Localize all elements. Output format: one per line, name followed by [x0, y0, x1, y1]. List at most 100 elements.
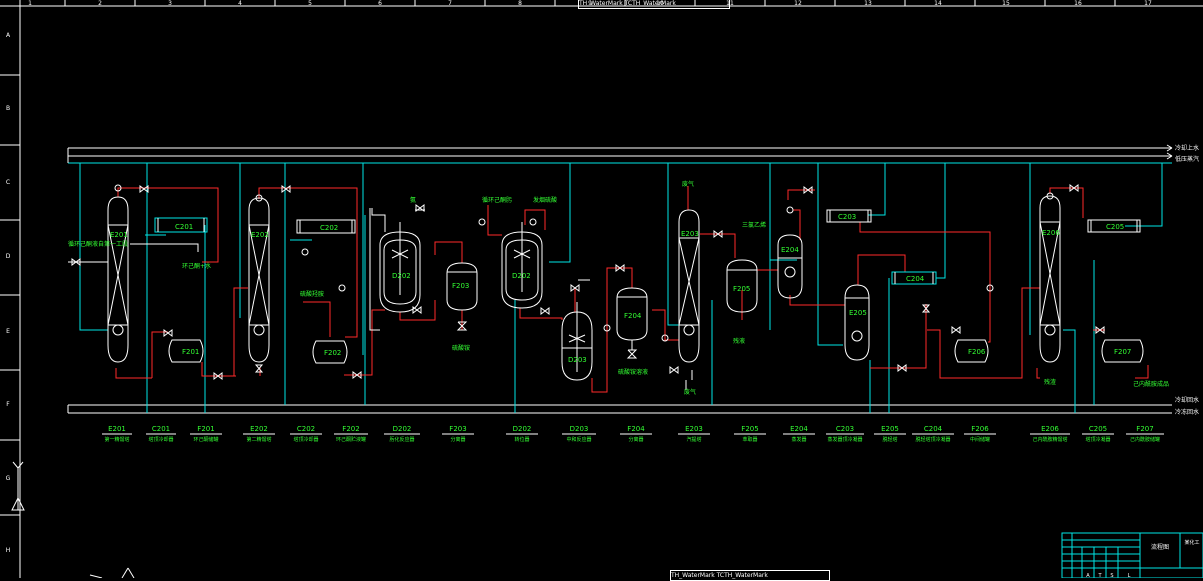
- tank-f201[interactable]: F201: [168, 339, 204, 363]
- tank-f201-tag: F201: [182, 348, 199, 356]
- instrument-symbols: [114, 184, 1054, 342]
- legend-item-e205: E205 脱轻塔: [874, 425, 906, 443]
- recycle-cyclohexanone-label: 循环己酮肟: [482, 196, 512, 204]
- tank-f206[interactable]: F206: [954, 339, 989, 363]
- column-e206[interactable]: E206: [1039, 195, 1061, 363]
- condenser-c202[interactable]: C202: [296, 219, 356, 234]
- condenser-c205-tag: C205: [1106, 223, 1124, 231]
- legend-tag: E206: [1041, 425, 1059, 433]
- watermark-bottom: TH_WaterMark TCTH_WaterMark: [670, 570, 830, 581]
- row-label: F: [6, 401, 10, 408]
- legend-tag: E202: [250, 425, 268, 433]
- legend-name: 萃取器: [742, 436, 757, 443]
- row-label: E: [6, 328, 10, 335]
- legend-tag: F203: [449, 425, 466, 433]
- column-label: 4: [238, 0, 242, 7]
- legend-name: 第一精馏塔: [104, 436, 129, 443]
- column-label: 2: [98, 0, 102, 7]
- reactor-d201[interactable]: D202: [371, 208, 421, 313]
- hydroxylamine-sulfate-label: 硫酸羟胺: [300, 290, 324, 298]
- column-e206-tag: E206: [1042, 229, 1060, 237]
- fuming-sulfuric-acid-label: 发烟硫酸: [533, 196, 557, 204]
- valve-icon: [412, 306, 422, 314]
- legend-name: 己内酰胺储罐: [1130, 436, 1160, 443]
- condenser-c204[interactable]: C204: [891, 271, 937, 285]
- legend-tag: E203: [685, 425, 703, 433]
- legend-tag: E205: [881, 425, 899, 433]
- legend-item-e201: E201 第一精馏塔: [102, 425, 132, 443]
- cooling-water-return-label: 冷却回水: [1175, 396, 1199, 404]
- legend-tag: E201: [108, 425, 126, 433]
- row-label: G: [6, 475, 11, 482]
- valve-icon: [281, 185, 291, 193]
- evaporator-e204[interactable]: E204: [777, 234, 803, 299]
- legend-item-f205: F205 萃取器: [734, 425, 766, 443]
- tower-e201-tag: E201: [110, 231, 128, 239]
- legend-tag: E204: [790, 425, 808, 433]
- legend-tag: F204: [627, 425, 645, 433]
- legend-item-f204: F204 分离器: [620, 425, 652, 443]
- title-block: 流程图 某化工 A T S L: [1061, 532, 1203, 578]
- separator-f204[interactable]: F204: [616, 287, 648, 359]
- legend-item-c203: C203 蒸发器顶冷凝器: [826, 425, 864, 443]
- legend-name: 分离器: [450, 436, 465, 443]
- row-label: B: [6, 105, 10, 112]
- column-label: 17: [1144, 0, 1152, 7]
- legend-name: 蒸发器顶冷凝器: [827, 436, 862, 443]
- reactor-d201-tag: D202: [392, 272, 411, 280]
- legend-item-d203: D203 中和反应器: [562, 425, 596, 443]
- cyclohexanone-water-label: 环己酮+水: [182, 262, 211, 270]
- tank-f202[interactable]: F202: [312, 340, 348, 364]
- separator-f203-tag: F203: [452, 282, 469, 290]
- neutralizer-d204[interactable]: D203: [561, 302, 593, 381]
- legend-tag: D202: [513, 425, 532, 433]
- process-flow-diagram: 1 2 3 4 5 6 7 8 9 10 11 12 13 14 15 16 1…: [0, 0, 1203, 578]
- ucs-icon: [11, 461, 135, 578]
- legend-item-f201: F201 环己酮储罐: [190, 425, 222, 443]
- company-name: 某化工: [1184, 539, 1199, 546]
- low-pressure-steam-label: 低压蒸汽: [1175, 155, 1199, 163]
- legend-name: 环己酮储罐: [193, 436, 218, 443]
- legend-name: 己内酰胺精馏塔: [1032, 436, 1067, 443]
- column-label: 7: [448, 0, 452, 7]
- legend-item-c204: C204 脱轻塔顶冷凝器: [912, 425, 954, 443]
- column-e205[interactable]: E205: [844, 284, 870, 361]
- legend-name: 肟化反应器: [389, 436, 414, 443]
- residue-label: 残液: [733, 337, 745, 345]
- extractor-f205-tag: F205: [733, 285, 750, 293]
- revision-mark: L: [1128, 573, 1131, 578]
- legend-name: 环己酮贮液罐: [336, 436, 366, 443]
- column-label: 6: [378, 0, 382, 7]
- condenser-c201[interactable]: C201: [154, 217, 208, 233]
- row-label: H: [6, 547, 11, 554]
- legend-name: 转位器: [514, 436, 529, 443]
- condenser-c203-tag: C203: [838, 213, 856, 221]
- legend-tag: C205: [1089, 425, 1107, 433]
- flow-indicator-icon: [478, 218, 486, 226]
- equipment-legend: E201第一精馏塔 C201塔顶冷却器 F201环己酮储罐 E202第二精馏塔 …: [102, 425, 1164, 443]
- waste-gas-bottom-label: 废气: [684, 388, 696, 396]
- tank-f207-tag: F207: [1114, 348, 1131, 356]
- legend-item-f202: F202 环己酮贮液罐: [334, 425, 368, 443]
- legend-tag: F201: [197, 425, 214, 433]
- legend-item-e202: E202 第二精馏塔: [243, 425, 275, 443]
- waste-gas-top-label: 废气: [682, 180, 694, 188]
- legend-tag: F207: [1136, 425, 1153, 433]
- legend-name: 蒸发器: [791, 436, 806, 443]
- tank-f207[interactable]: F207: [1101, 339, 1144, 363]
- legend-tag: F205: [741, 425, 758, 433]
- transposer-d202[interactable]: D202: [501, 222, 543, 309]
- tower-e201[interactable]: E201: [107, 196, 129, 363]
- flow-indicator-icon: [338, 284, 346, 292]
- tower-e202[interactable]: E202: [248, 197, 270, 363]
- column-label: 13: [864, 0, 872, 7]
- legend-item-f203: F203 分离器: [442, 425, 474, 443]
- transposer-d202-tag: D202: [512, 272, 531, 280]
- column-label: 3: [168, 0, 172, 7]
- legend-item-e203: E203 汽提塔: [678, 425, 710, 443]
- stripper-e203[interactable]: E203: [678, 209, 700, 363]
- valve-icon: [951, 326, 961, 334]
- condenser-c202-tag: C202: [320, 224, 338, 232]
- legend-name: 第二精馏塔: [246, 436, 271, 443]
- condenser-c203[interactable]: C203: [826, 209, 872, 223]
